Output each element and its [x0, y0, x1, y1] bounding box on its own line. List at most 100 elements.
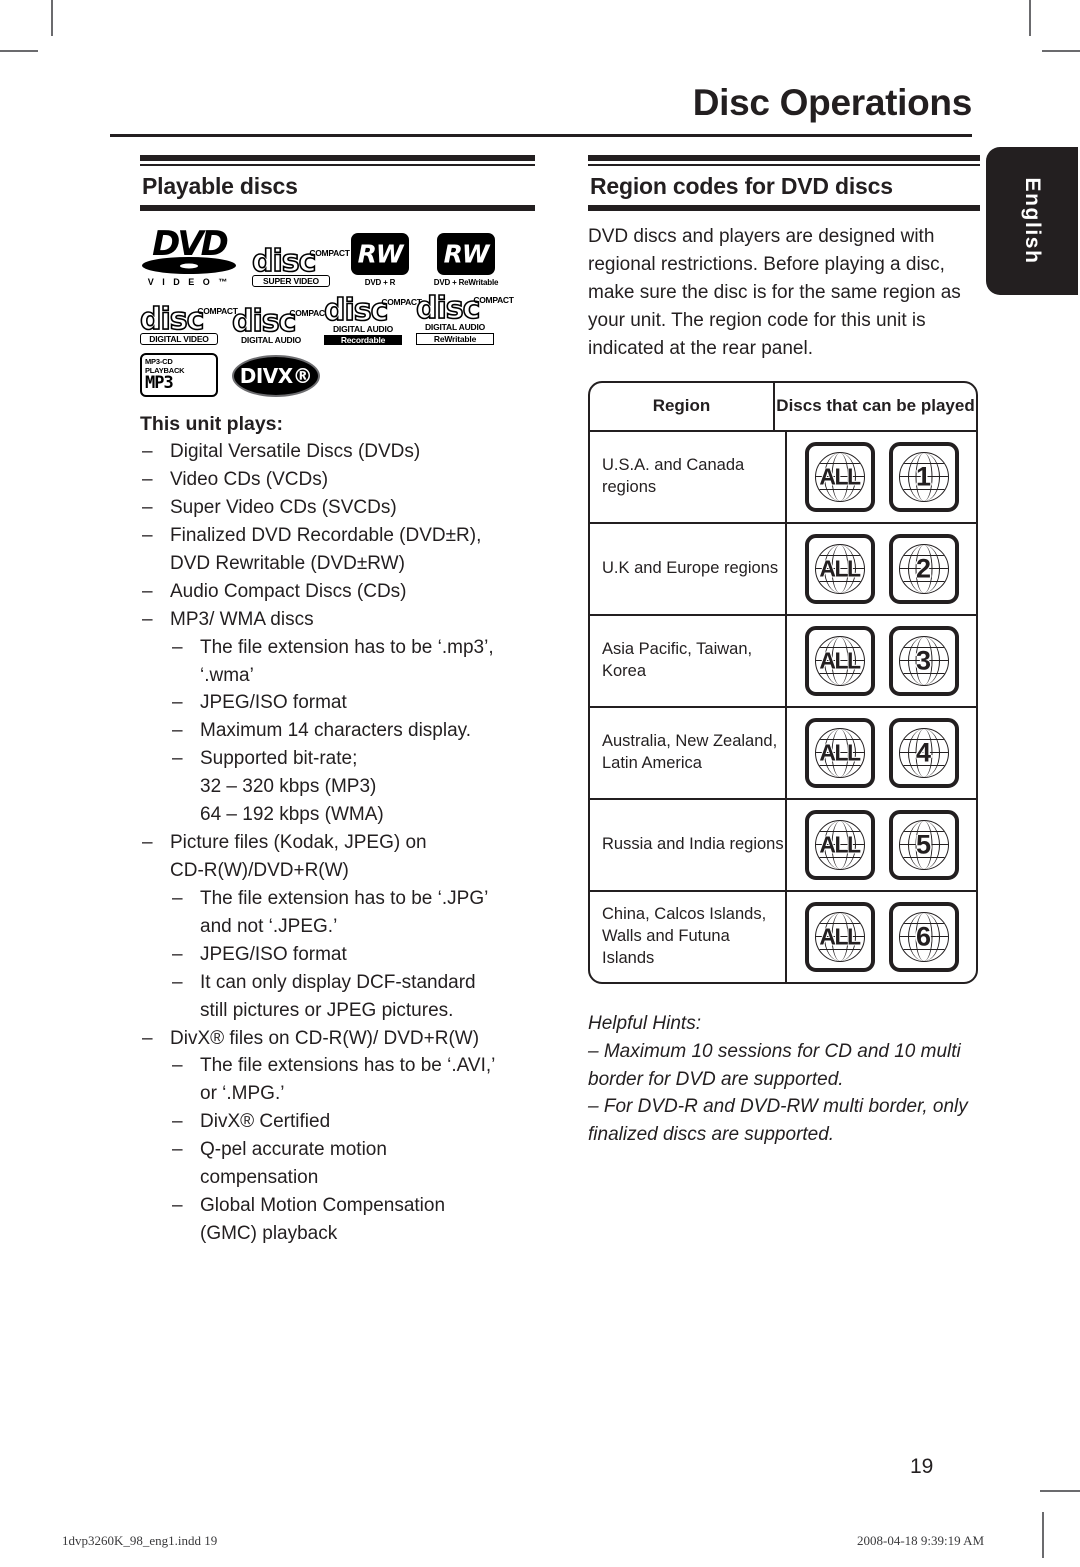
globe-label: 5 [915, 829, 932, 860]
heading-bar-bottom [588, 205, 980, 212]
section-heading-region-codes: Region codes for DVD discs [588, 155, 980, 212]
logo-row-1: DVD V I D E O ™ disc COMPACT SUPER VIDEO… [140, 228, 535, 288]
list-dash: – [172, 1055, 183, 1077]
cd-logo-word: disc [415, 290, 481, 326]
list-item: – It can only display DCF-standard [140, 969, 535, 997]
dvd-plus-r-caption: DVD + R [364, 278, 396, 288]
cd-logo-word: disc [231, 303, 297, 339]
list-item: – Picture files (Kodak, JPEG) on [140, 829, 535, 857]
list-item: ‘.wma’ [140, 662, 535, 690]
list-item: 32 – 320 kbps (MP3) [140, 773, 535, 801]
list-item: – Digital Versatile Discs (DVDs) [140, 438, 535, 466]
list-item: DVD Rewritable (DVD±RW) [140, 550, 535, 578]
dvd-plus-rewritable-caption: DVD + ReWritable [433, 278, 499, 288]
globe-label: ALL [819, 463, 861, 490]
table-cell-discs: ALL 6 [787, 892, 976, 982]
dvd-plus-r-chip-text: RW [357, 239, 404, 269]
list-dash: – [172, 636, 183, 658]
list-item: – Supported bit-rate; [140, 745, 535, 773]
divx-logo: DIVX® [232, 355, 320, 398]
list-item: – Maximum 14 characters display. [140, 717, 535, 745]
list-item-label: MP3/ WMA discs [170, 608, 314, 630]
footer-crop-divider [1042, 1512, 1044, 1558]
list-dash: – [142, 497, 153, 519]
list-item: – JPEG/ISO format [140, 689, 535, 717]
list-item: – DivX® Certified [140, 1108, 535, 1136]
table-column-header-discs: Discs that can be played [776, 396, 975, 416]
list-item: or ‘.MPG.’ [140, 1080, 535, 1108]
cd-logo-top: disc COMPACT [231, 303, 330, 339]
list-dash: – [172, 692, 183, 714]
page-number: 19 [910, 1455, 934, 1478]
list-item-label: It can only display DCF-standard [200, 971, 476, 993]
dvd-video-logo-disc-shape [142, 257, 236, 275]
list-dash: – [172, 1111, 183, 1133]
this-unit-plays-title: This unit plays: [140, 413, 284, 436]
heading-bar-bottom [140, 205, 535, 212]
list-item: – Q-pel accurate motion [140, 1136, 535, 1164]
table-cell-region: U.S.A. and Canada regions [590, 431, 787, 522]
crop-mark-top-left-horizontal [0, 50, 38, 52]
region-globe-all-icon: ALL [804, 441, 875, 512]
table-row: U.K and Europe regions ALL 2 [590, 521, 976, 614]
list-item-label: JPEG/ISO format [200, 943, 347, 965]
region-globe-2-icon: 2 [888, 533, 959, 604]
table-cell-discs: ALL 1 [787, 432, 976, 522]
globe-label: ALL [819, 923, 861, 950]
list-dash: – [142, 580, 153, 602]
table-cell-discs: ALL 5 [787, 800, 976, 890]
footer-timestamp: 2008-04-18 9:39:19 AM [857, 1533, 985, 1548]
list-dash: – [142, 524, 153, 546]
table-cell-region: U.K and Europe regions [590, 523, 787, 614]
dvd-plus-rewritable-chip: RW [437, 233, 495, 276]
list-item-label: Finalized DVD Recordable (DVD±R), [170, 524, 482, 546]
helpful-hint-item: – Maximum 10 sessions for CD and 10 mult… [588, 1041, 961, 1090]
list-item-label: DivX® files on CD-R(W)/ DVD+R(W) [170, 1027, 480, 1049]
list-item: – JPEG/ISO format [140, 941, 535, 969]
list-item-label: Maximum 14 characters display. [200, 720, 472, 742]
right-column: Region codes for DVD discs DVD discs and… [588, 155, 980, 1148]
globe-label: 4 [915, 737, 932, 768]
table-cell-region: Australia, New Zealand, Latin America [590, 707, 787, 798]
cd-logo-word: disc [251, 243, 317, 279]
table-cell-discs: ALL 3 [787, 616, 976, 706]
region-globe-all-icon: ALL [804, 625, 875, 696]
list-item-label: DVD Rewritable (DVD±RW) [170, 552, 405, 574]
dvd-video-logo: DVD V I D E O ™ [140, 228, 238, 287]
region-intro-paragraph: DVD discs and players are designed with … [588, 226, 961, 360]
section-title: Region codes for DVD discs [590, 173, 893, 199]
globe-label: ALL [819, 831, 861, 858]
table-cell-region: Asia Pacific, Taiwan, Korea [590, 615, 787, 706]
list-item: compensation [140, 1164, 535, 1192]
heading-bar-thick-top [588, 155, 980, 161]
divx-logo-oval: DIVX® [232, 355, 320, 398]
list-dash: – [172, 887, 183, 909]
list-item: – DivX® files on CD-R(W)/ DVD+R(W) [140, 1025, 535, 1053]
compact-disc-digital-audio-logo: disc COMPACT DIGITAL AUDIO [231, 303, 330, 345]
manual-page: Disc Operations English Playable discs D… [0, 0, 1080, 1567]
list-item-label: The file extension has to be ‘.mp3’, [200, 636, 494, 658]
list-item-label: DivX® Certified [200, 1111, 331, 1133]
helpful-hints: Helpful Hints: – Maximum 10 sessions for … [588, 1010, 980, 1149]
cd-logo-caption: DIGITAL AUDIO [332, 324, 394, 335]
list-item: – Global Motion Compensation [140, 1192, 535, 1220]
list-item: CD-R(W)/DVD+R(W) [140, 857, 535, 885]
cd-logo-compact-text: COMPACT [473, 295, 514, 306]
list-dash: – [172, 1195, 183, 1217]
globe-label: ALL [819, 739, 861, 766]
language-tab-label: English [1021, 177, 1044, 265]
region-globe-1-icon: 1 [888, 441, 959, 512]
list-item: – The file extension has to be ‘.mp3’, [140, 634, 535, 662]
cd-logo-top: disc COMPACT [415, 290, 514, 326]
list-item-label: Supported bit-rate; [200, 748, 358, 770]
playable-discs-list: – Digital Versatile Discs (DVDs) – Video CD… [140, 438, 535, 1248]
mp3-logo-word: MP3 [145, 373, 174, 394]
list-item-label: 64 – 192 kbps (WMA) [200, 804, 384, 826]
table-row: Australia, New Zealand, Latin America ALL… [590, 705, 976, 798]
page-title: Disc Operations [692, 82, 973, 123]
list-item-label: ‘.wma’ [200, 664, 254, 686]
list-item: – Audio Compact Discs (CDs) [140, 578, 535, 606]
table-row: Russia and India regions ALL 5 [590, 797, 976, 890]
list-dash: – [142, 441, 153, 463]
mp3-logo-frame: MP3-CD PLAYBACK MP3 [140, 353, 218, 398]
